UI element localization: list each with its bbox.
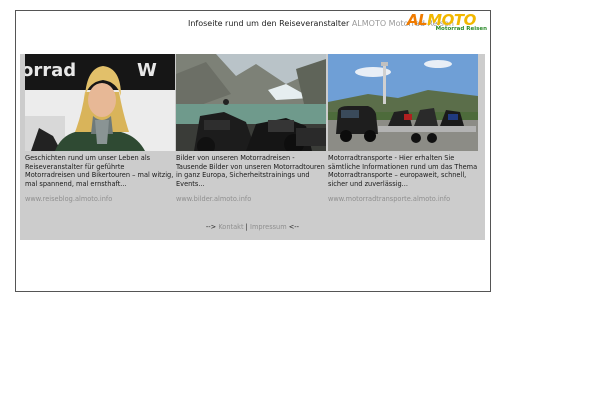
almoto-logo[interactable]: ALMOTO Motorrad Reisen bbox=[407, 11, 487, 33]
header-text: Infoseite rund um den Reiseveranstalter bbox=[188, 19, 350, 28]
svg-text:W: W bbox=[137, 60, 157, 81]
photo-motorcycles-fjord[interactable] bbox=[176, 54, 326, 151]
logo-tagline: Motorrad Reisen bbox=[435, 26, 487, 32]
photo-motorcycle-transport[interactable] bbox=[328, 54, 478, 151]
reiseblog-link[interactable]: www.reiseblog.almoto.info bbox=[25, 195, 175, 203]
motorradtransporte-link[interactable]: www.motorradtransporte.almoto.info bbox=[328, 195, 478, 203]
kontakt-link[interactable]: Kontakt bbox=[218, 223, 243, 231]
column-bilder: Bilder von unseren Motorradreisen - Taus… bbox=[176, 54, 326, 240]
impressum-link[interactable]: Impressum bbox=[250, 223, 287, 231]
column-motorradtransporte: Motorradtransporte - Hier erhalten Sie s… bbox=[328, 54, 478, 240]
column-reiseblog: orrad W Geschichten rund um unser Leben … bbox=[25, 54, 175, 240]
page-frame: Infoseite rund um den Reiseveranstalter … bbox=[15, 10, 491, 292]
reiseblog-description: Geschichten rund um unser Leben als Reis… bbox=[25, 154, 174, 188]
footer-nav: --> Kontakt | Impressum <-- bbox=[20, 223, 485, 231]
bilder-description: Bilder von unseren Motorradreisen - Taus… bbox=[176, 154, 325, 188]
footer-arrow-left: --> bbox=[205, 223, 217, 231]
footer-arrow-right: <-- bbox=[288, 223, 300, 231]
motorradtransporte-description: Motorradtransporte - Hier erhalten Sie s… bbox=[328, 154, 478, 188]
content-panel: orrad W Geschichten rund um unser Leben … bbox=[20, 54, 485, 240]
svg-text:orrad: orrad bbox=[25, 60, 76, 81]
footer-separator: | bbox=[245, 223, 248, 231]
bilder-link[interactable]: www.bilder.almoto.info bbox=[176, 195, 326, 203]
photo-woman-portrait[interactable]: orrad W bbox=[25, 54, 175, 151]
